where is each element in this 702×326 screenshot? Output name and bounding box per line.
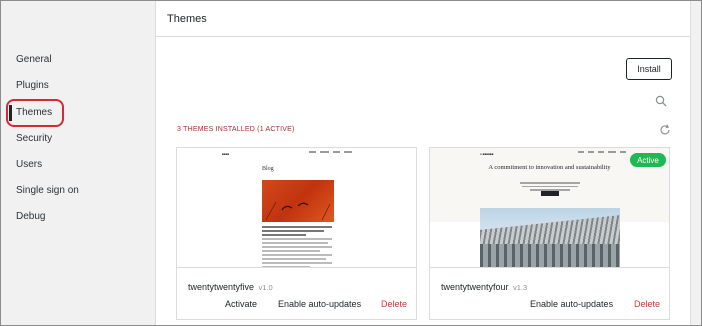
theme-screenshot: ● ■■■■■■ A commitment to innovation and … xyxy=(430,148,669,268)
theme-actions: Enable auto-updates Delete xyxy=(430,299,669,311)
preview-hero-image xyxy=(262,180,334,222)
theme-screenshot: ■■■■ Blog xyxy=(177,148,416,268)
page-header: Themes xyxy=(156,1,690,37)
sidebar: General Plugins Themes Security Users Si… xyxy=(1,1,155,325)
sidebar-item-label: Security xyxy=(16,132,53,144)
sidebar-item-security[interactable]: Security xyxy=(1,125,155,151)
theme-name: twentytwentyfive xyxy=(188,282,255,292)
sidebar-item-debug[interactable]: Debug xyxy=(1,203,155,229)
preview-text-lines xyxy=(262,226,334,267)
delete-button[interactable]: Delete xyxy=(381,299,407,309)
sidebar-item-general[interactable]: General xyxy=(1,46,155,72)
preview-logo: ● ■■■■■■ xyxy=(480,152,494,156)
preview-nav xyxy=(309,151,352,153)
sidebar-item-label: General xyxy=(16,53,52,65)
theme-title: twentytwentyfour v1.3 xyxy=(441,282,527,292)
activate-button[interactable]: Activate xyxy=(225,299,257,309)
preview-logo: ■■■■ xyxy=(222,152,230,156)
theme-title: twentytwentyfive v1.0 xyxy=(188,282,273,292)
refresh-icon[interactable] xyxy=(659,124,671,136)
sidebar-item-users[interactable]: Users xyxy=(1,151,155,177)
page-title: Themes xyxy=(167,12,207,25)
sidebar-item-single-sign-on[interactable]: Single sign on xyxy=(1,177,155,203)
enable-auto-updates-button[interactable]: Enable auto-updates xyxy=(278,299,361,309)
active-badge: Active xyxy=(630,153,666,167)
search-icon[interactable] xyxy=(655,95,667,107)
theme-version: v1.0 xyxy=(258,283,273,292)
preview-blog-title: Blog xyxy=(262,166,274,172)
sidebar-item-label: Debug xyxy=(16,210,46,222)
enable-auto-updates-button[interactable]: Enable auto-updates xyxy=(530,299,613,309)
delete-button[interactable]: Delete xyxy=(634,299,660,309)
preview-nav xyxy=(578,151,626,153)
preview-cta xyxy=(541,191,559,196)
preview-building-image xyxy=(480,208,620,267)
sidebar-item-label: Plugins xyxy=(16,79,49,91)
sidebar-item-label: Single sign on xyxy=(16,184,79,196)
themes-installed-count: 3 THEMES INSTALLED (1 ACTIVE) xyxy=(177,126,295,133)
highlight-annotation xyxy=(6,99,64,127)
theme-name: twentytwentyfour xyxy=(441,282,509,292)
install-button[interactable]: Install xyxy=(626,58,672,80)
theme-version: v1.3 xyxy=(513,283,528,292)
theme-card: ■■■■ Blog twentytwentyfive v1.0 Activate… xyxy=(176,147,417,320)
theme-card: ● ■■■■■■ A commitment to innovation and … xyxy=(429,147,670,320)
main-panel: Themes Install 3 THEMES INSTALLED (1 ACT… xyxy=(155,1,691,325)
sidebar-item-label: Users xyxy=(16,158,43,170)
sidebar-item-plugins[interactable]: Plugins xyxy=(1,72,155,98)
theme-actions: Activate Enable auto-updates Delete xyxy=(177,299,416,311)
